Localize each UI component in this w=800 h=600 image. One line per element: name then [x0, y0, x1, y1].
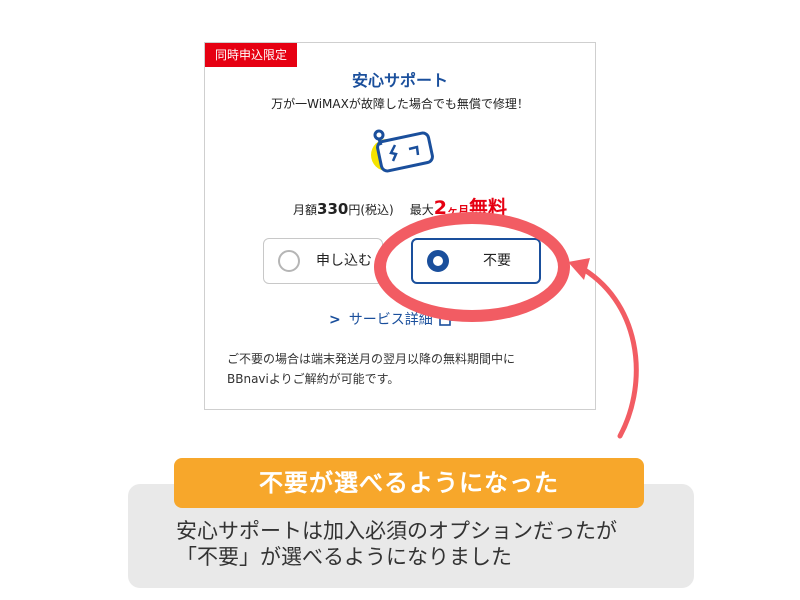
free-label: 無料	[468, 197, 507, 219]
option-card: 同時申込限定 安心サポート 万が一WiMAXが故障した場合でも無償で修理！ 月額…	[204, 42, 596, 410]
broken-device-icon	[371, 129, 434, 173]
cancel-note: ご不要の場合は端末発送月の翌月以降の無料期間中に BBnaviよりご解約が可能で…	[227, 349, 577, 389]
callout-description: 安心サポートは加入必須のオプションだったが 「不要」が選べるようになりました	[176, 518, 617, 570]
price-unit: 円(税込)	[348, 203, 394, 217]
callout-heading: 不要が選べるようになった	[174, 458, 644, 508]
option-title: 安心サポート	[351, 71, 448, 90]
max-label: 最大	[409, 203, 434, 217]
apply-option-label: 申し込む	[316, 253, 372, 269]
radio-selected-icon[interactable]	[427, 250, 449, 272]
free-months-unit: ヶ月	[446, 204, 469, 217]
decline-option[interactable]: 不要	[411, 238, 541, 284]
option-subtitle: 万が一WiMAXが故障した場合でも無償で修理！	[271, 97, 529, 111]
apply-option[interactable]: 申し込む	[263, 238, 383, 284]
callout-line: 安心サポートは加入必須のオプションだったが	[176, 519, 617, 543]
external-link-icon	[438, 312, 453, 326]
free-period: 2ヶ月無料	[434, 197, 507, 219]
note-line: ご不要の場合は端末発送月の翌月以降の無料期間中に	[227, 352, 516, 366]
chevron-right-icon: >	[329, 312, 341, 328]
service-detail-label: サービス詳細	[348, 312, 433, 328]
callout-line: 「不要」が選べるようになりました	[176, 545, 512, 569]
price-line: 月額330円(税込) 最大2ヶ月無料	[205, 193, 595, 220]
decline-option-label: 不要	[483, 253, 511, 269]
price-amount: 330	[317, 200, 349, 218]
price-prefix: 月額	[293, 203, 318, 217]
service-detail-link[interactable]: > サービス詳細	[329, 309, 453, 329]
free-months-number: 2	[433, 197, 447, 219]
radio-unselected-icon[interactable]	[278, 250, 300, 272]
limited-badge: 同時申込限定	[205, 43, 297, 67]
note-line: BBnaviよりご解約が可能です。	[227, 372, 400, 386]
